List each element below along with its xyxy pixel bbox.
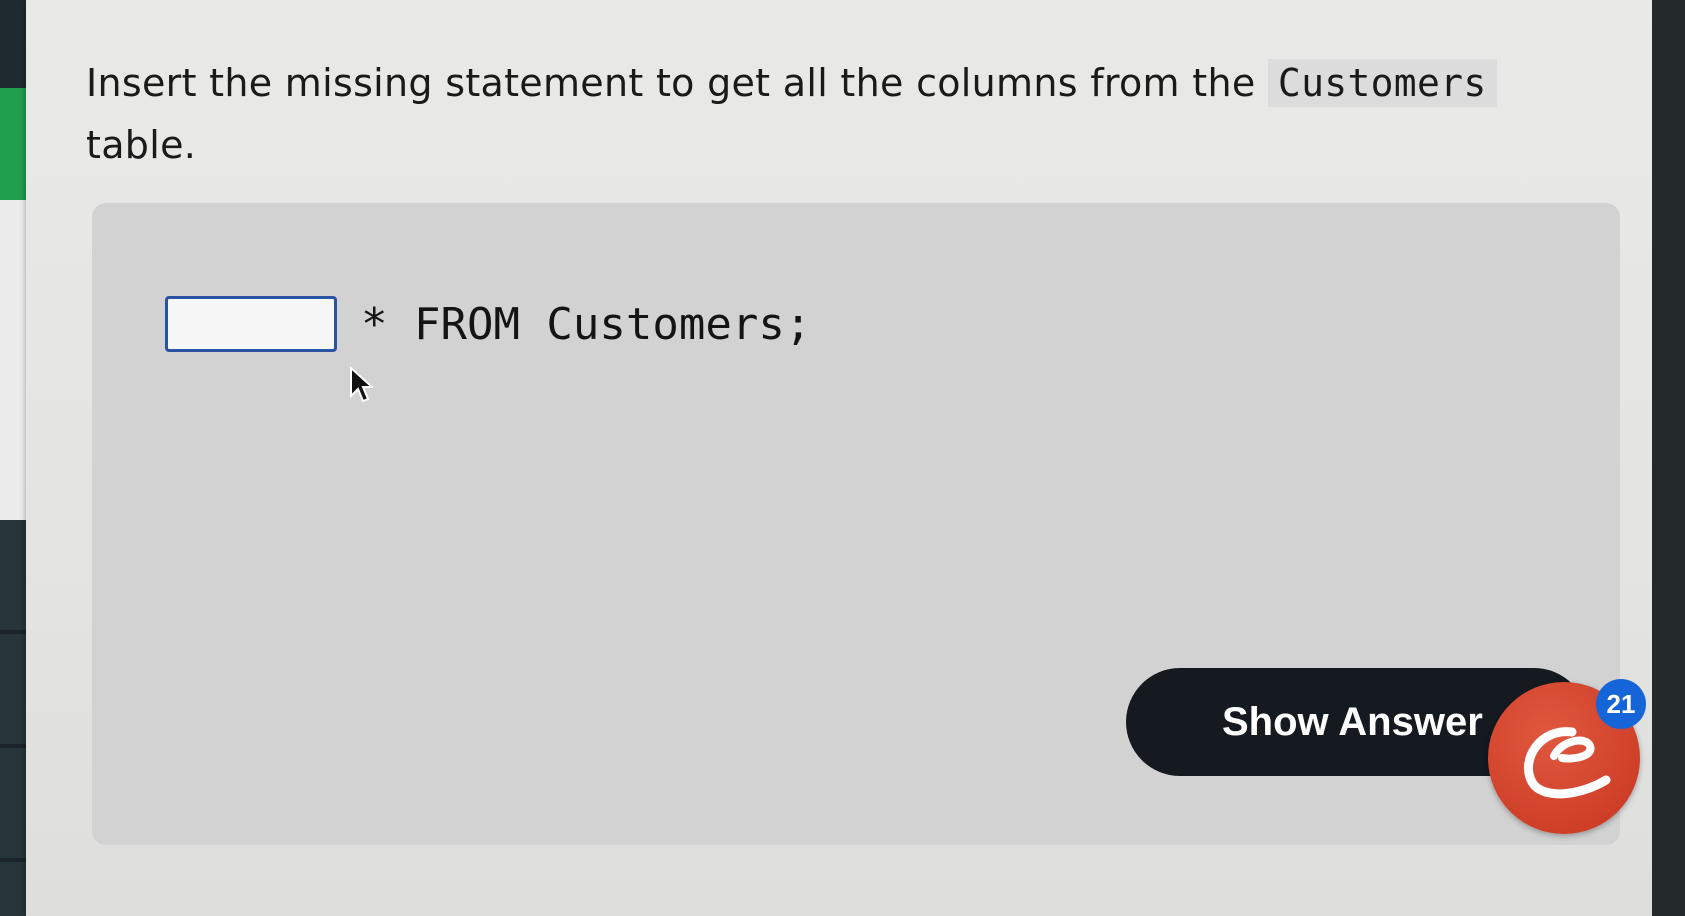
exercise-page: Insert the missing statement to get all … bbox=[26, 0, 1652, 916]
mouse-pointer-icon bbox=[349, 365, 375, 408]
question-text-before: Insert the missing statement to get all … bbox=[86, 61, 1256, 105]
table-name-code: Customers bbox=[1267, 59, 1497, 107]
missing-statement-input[interactable] bbox=[165, 296, 337, 352]
notification-count-badge: 21 bbox=[1596, 679, 1646, 729]
code-after-input: * FROM Customers; bbox=[361, 298, 812, 350]
exercise-code-box: * FROM Customers; Show Answer bbox=[92, 203, 1620, 845]
screen-right-edge bbox=[1652, 0, 1685, 916]
code-line: * FROM Customers; bbox=[165, 296, 811, 352]
question-text-after: table. bbox=[86, 123, 197, 167]
question-text: Insert the missing statement to get all … bbox=[86, 52, 1526, 176]
